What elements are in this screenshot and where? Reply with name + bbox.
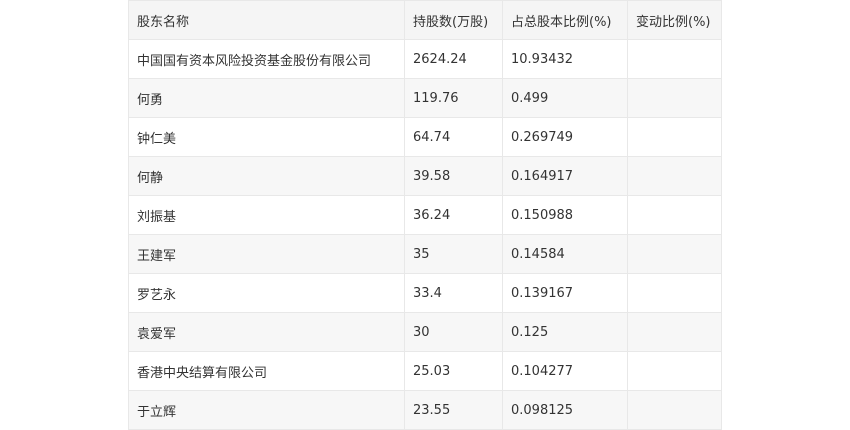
- cell-share-ratio: 0.150988: [502, 195, 628, 235]
- table-row: 钟仁美 64.74 0.269749: [128, 117, 722, 157]
- cell-change-ratio: [627, 273, 722, 313]
- table-header: 股东名称 持股数(万股) 占总股本比例(%) 变动比例(%): [128, 0, 722, 40]
- cell-change-ratio: [627, 195, 722, 235]
- header-change-ratio: 变动比例(%): [627, 0, 722, 40]
- shareholder-table-container: 股东名称 持股数(万股) 占总股本比例(%) 变动比例(%) 中国国有资本风险投…: [128, 0, 722, 430]
- cell-share-ratio: 0.125: [502, 312, 628, 352]
- cell-shareholder-name: 刘振基: [128, 195, 405, 235]
- table-row: 香港中央结算有限公司 25.03 0.104277: [128, 351, 722, 391]
- cell-shareholder-name: 罗艺永: [128, 273, 405, 313]
- cell-change-ratio: [627, 390, 722, 430]
- table-row: 罗艺永 33.4 0.139167: [128, 273, 722, 313]
- cell-shareholder-name: 于立辉: [128, 390, 405, 430]
- cell-shares-held: 119.76: [404, 78, 503, 118]
- cell-shares-held: 23.55: [404, 390, 503, 430]
- cell-share-ratio: 10.93432: [502, 39, 628, 79]
- table-body: 中国国有资本风险投资基金股份有限公司 2624.24 10.93432 何勇 1…: [128, 39, 722, 430]
- table-row: 何勇 119.76 0.499: [128, 78, 722, 118]
- cell-shareholder-name: 何静: [128, 156, 405, 196]
- table-row: 袁爱军 30 0.125: [128, 312, 722, 352]
- cell-shareholder-name: 钟仁美: [128, 117, 405, 157]
- header-row: 股东名称 持股数(万股) 占总股本比例(%) 变动比例(%): [128, 0, 722, 40]
- header-shares-held: 持股数(万股): [404, 0, 503, 40]
- cell-share-ratio: 0.164917: [502, 156, 628, 196]
- header-share-ratio: 占总股本比例(%): [502, 0, 628, 40]
- cell-shareholder-name: 何勇: [128, 78, 405, 118]
- cell-shares-held: 33.4: [404, 273, 503, 313]
- cell-change-ratio: [627, 312, 722, 352]
- cell-shares-held: 36.24: [404, 195, 503, 235]
- cell-shares-held: 2624.24: [404, 39, 503, 79]
- cell-share-ratio: 0.14584: [502, 234, 628, 274]
- cell-change-ratio: [627, 234, 722, 274]
- cell-shareholder-name: 香港中央结算有限公司: [128, 351, 405, 391]
- cell-shareholder-name: 袁爱军: [128, 312, 405, 352]
- table-row: 王建军 35 0.14584: [128, 234, 722, 274]
- cell-shareholder-name: 中国国有资本风险投资基金股份有限公司: [128, 39, 405, 79]
- cell-shares-held: 30: [404, 312, 503, 352]
- cell-change-ratio: [627, 39, 722, 79]
- cell-shares-held: 64.74: [404, 117, 503, 157]
- cell-change-ratio: [627, 117, 722, 157]
- table-row: 何静 39.58 0.164917: [128, 156, 722, 196]
- shareholder-table: 股东名称 持股数(万股) 占总股本比例(%) 变动比例(%) 中国国有资本风险投…: [128, 0, 722, 430]
- table-row: 中国国有资本风险投资基金股份有限公司 2624.24 10.93432: [128, 39, 722, 79]
- cell-share-ratio: 0.269749: [502, 117, 628, 157]
- cell-shares-held: 25.03: [404, 351, 503, 391]
- table-row: 于立辉 23.55 0.098125: [128, 390, 722, 430]
- table-row: 刘振基 36.24 0.150988: [128, 195, 722, 235]
- cell-change-ratio: [627, 351, 722, 391]
- cell-shares-held: 35: [404, 234, 503, 274]
- cell-share-ratio: 0.139167: [502, 273, 628, 313]
- cell-share-ratio: 0.098125: [502, 390, 628, 430]
- cell-change-ratio: [627, 78, 722, 118]
- cell-shareholder-name: 王建军: [128, 234, 405, 274]
- cell-share-ratio: 0.499: [502, 78, 628, 118]
- cell-change-ratio: [627, 156, 722, 196]
- cell-share-ratio: 0.104277: [502, 351, 628, 391]
- cell-shares-held: 39.58: [404, 156, 503, 196]
- header-shareholder-name: 股东名称: [128, 0, 405, 40]
